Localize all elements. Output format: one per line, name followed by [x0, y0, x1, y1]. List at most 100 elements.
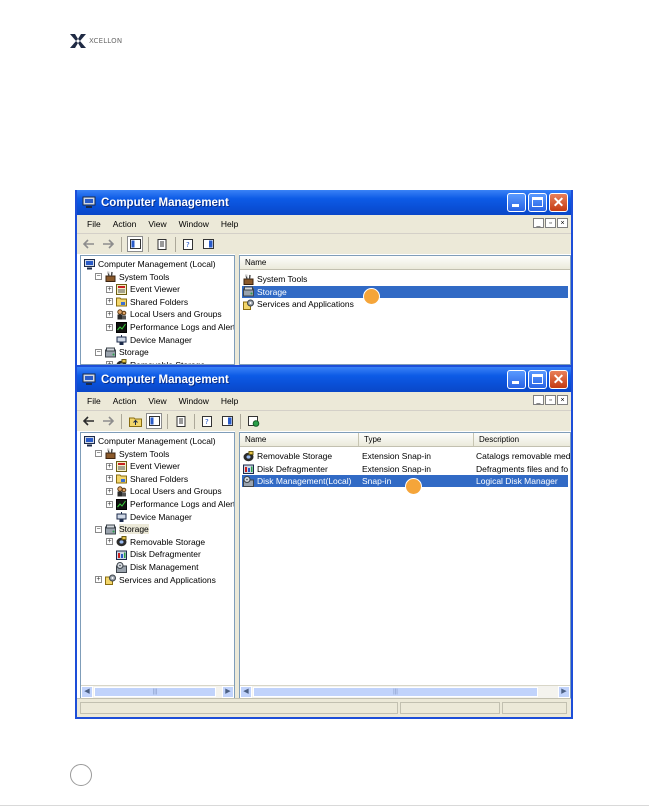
tree-node[interactable]: − System Tools — [95, 271, 169, 283]
minimize-icon — [512, 381, 519, 384]
tree-expander[interactable]: − — [95, 273, 102, 281]
scroll-right-button[interactable]: ▶ — [558, 686, 570, 698]
menu-action[interactable]: Action — [107, 396, 143, 406]
tree-node[interactable]: + Shared Folders — [106, 296, 188, 308]
tree-node[interactable]: + Performance Logs and Alerts — [106, 321, 234, 333]
mdi-minimize-button[interactable]: _ — [533, 395, 544, 405]
tree-node[interactable]: Computer Management (Local) — [84, 435, 216, 447]
properties-button[interactable] — [173, 413, 189, 429]
mdi-restore-button[interactable]: ▫ — [545, 395, 556, 405]
mdi-close-button[interactable]: × — [557, 395, 568, 405]
tree-node[interactable]: Disk Defragmenter — [106, 548, 201, 560]
tree-node[interactable]: + Local Users and Groups — [106, 308, 222, 320]
menu-view[interactable]: View — [142, 396, 172, 406]
console-tree-icon — [148, 416, 160, 426]
list-row[interactable]: Removable Storage Extension Snap-in Catalo… — [242, 450, 570, 462]
forward-button[interactable] — [100, 236, 116, 252]
tree-expander[interactable]: − — [95, 348, 102, 356]
tree-expander[interactable]: + — [106, 361, 113, 364]
tree-node[interactable]: − Storage — [95, 523, 149, 535]
list-row[interactable]: Services and Applications — [242, 298, 568, 310]
mdi-restore-button[interactable]: ▫ — [545, 218, 556, 228]
menu-action[interactable]: Action — [107, 219, 143, 229]
tree-node-label: Event Viewer — [130, 284, 180, 295]
tree-expander[interactable]: + — [106, 487, 113, 495]
close-button[interactable]: ✕ — [549, 193, 568, 212]
help-button[interactable]: ? — [200, 413, 216, 429]
action-pane-button[interactable] — [200, 236, 216, 252]
menu-view[interactable]: View — [142, 219, 172, 229]
tree-node[interactable]: + Event Viewer — [106, 460, 180, 472]
mdi-close-button[interactable]: × — [557, 218, 568, 228]
list-row[interactable]: System Tools — [242, 273, 568, 285]
help-button[interactable]: ? — [181, 236, 197, 252]
tree-node[interactable]: + Shared Folders — [106, 473, 188, 485]
tree-node[interactable]: + Event Viewer — [106, 283, 180, 295]
tree-node[interactable]: + Performance Logs and Alerts — [106, 498, 235, 510]
column-header-description[interactable]: Description — [474, 433, 570, 446]
scroll-right-button[interactable]: ▶ — [222, 686, 234, 698]
mdi-minimize-button[interactable]: _ — [533, 218, 544, 228]
tree-node[interactable]: Device Manager — [106, 334, 192, 346]
tree-expander[interactable]: − — [95, 450, 102, 458]
minimize-button[interactable] — [507, 193, 526, 212]
menu-help[interactable]: Help — [215, 396, 244, 406]
tree-expander[interactable]: + — [106, 500, 113, 508]
tree-expander[interactable]: + — [95, 576, 102, 584]
menu-file[interactable]: File — [81, 219, 107, 229]
list-row[interactable]: Disk Defragmenter Extension Snap-in Defrag… — [242, 463, 568, 475]
tree-node[interactable]: + Services and Applications — [95, 574, 216, 586]
scroll-left-button[interactable]: ◀ — [81, 686, 93, 698]
tree-expander[interactable]: − — [95, 525, 102, 533]
tree-node[interactable]: + Local Users and Groups — [106, 485, 222, 497]
action-pane-button[interactable] — [219, 413, 235, 429]
close-button[interactable]: ✕ — [549, 370, 568, 389]
tree-node-label: Performance Logs and Alerts — [130, 499, 235, 509]
maximize-button[interactable] — [528, 193, 547, 212]
title-bar[interactable]: Computer Management ✕ — [77, 367, 571, 392]
list-row[interactable]: Storage — [242, 285, 568, 298]
scroll-left-button[interactable]: ◀ — [240, 686, 252, 698]
tree-node[interactable]: Device Manager — [106, 511, 192, 523]
menu-window[interactable]: Window — [173, 396, 215, 406]
tree-horizontal-scrollbar[interactable]: ◀ ||| ▶ — [81, 685, 234, 698]
scroll-thumb[interactable]: ||| — [94, 687, 216, 697]
logo-text: XCELLON — [89, 37, 123, 45]
up-one-level-button[interactable] — [127, 413, 143, 429]
column-header-name[interactable]: Name — [240, 256, 570, 269]
tree-expander[interactable]: + — [106, 538, 113, 546]
tree-expander[interactable]: + — [106, 310, 113, 318]
tree-expander[interactable]: + — [106, 475, 113, 483]
scroll-thumb[interactable]: ||| — [253, 687, 538, 697]
rescan-button[interactable] — [246, 413, 262, 429]
column-header-name[interactable]: Name — [240, 433, 359, 446]
tree-node[interactable]: − System Tools — [95, 448, 169, 460]
tree-expander[interactable]: + — [106, 298, 113, 306]
minimize-button[interactable] — [507, 370, 526, 389]
tree-node[interactable]: Computer Management (Local) — [84, 258, 216, 270]
tree-expander[interactable]: + — [106, 285, 113, 293]
help-icon: ? — [202, 415, 212, 427]
toolbar-separator — [148, 236, 149, 252]
properties-button[interactable] — [154, 236, 170, 252]
row-name: Disk Defragmenter — [257, 463, 328, 474]
menu-file[interactable]: File — [81, 396, 107, 406]
tree-node[interactable]: + Removable Storage — [106, 536, 205, 548]
show-hide-tree-button[interactable] — [127, 236, 143, 252]
menu-help[interactable]: Help — [215, 219, 244, 229]
tree-expander[interactable]: + — [106, 462, 113, 470]
tree-node[interactable]: − Storage — [95, 346, 149, 358]
tree-expander[interactable]: + — [106, 323, 113, 331]
menu-window[interactable]: Window — [173, 219, 215, 229]
forward-button[interactable] — [100, 413, 116, 429]
tree-node[interactable]: + Removable Storage — [106, 359, 205, 364]
back-button[interactable] — [81, 236, 97, 252]
title-bar[interactable]: Computer Management ✕ — [77, 190, 571, 215]
show-hide-tree-button[interactable] — [146, 413, 162, 429]
maximize-button[interactable] — [528, 370, 547, 389]
list-horizontal-scrollbar[interactable]: ◀ ||| ▶ — [240, 685, 570, 698]
back-button[interactable] — [81, 413, 97, 429]
status-bar — [77, 698, 571, 717]
column-header-type[interactable]: Type — [359, 433, 474, 446]
tree-node[interactable]: Disk Management — [106, 561, 199, 573]
